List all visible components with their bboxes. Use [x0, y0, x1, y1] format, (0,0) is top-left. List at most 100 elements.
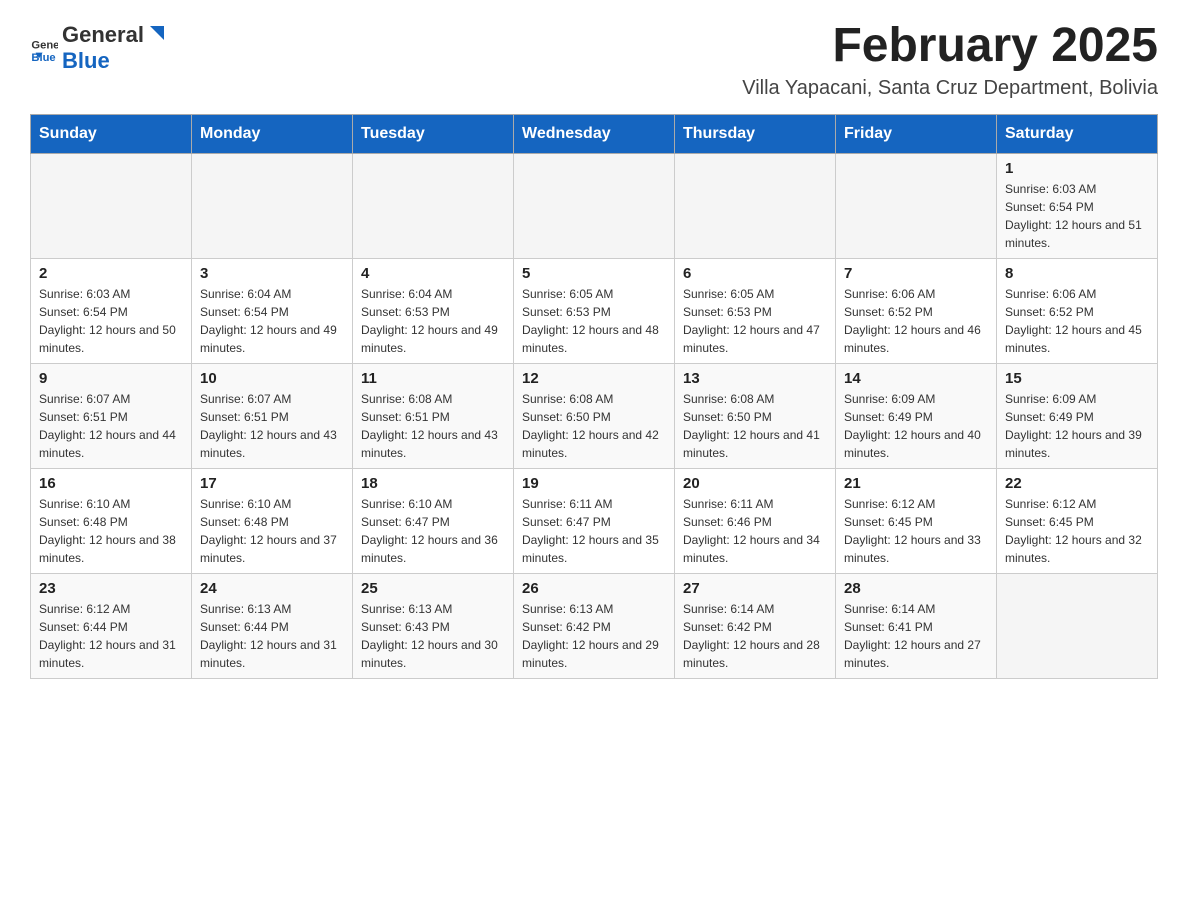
day-number: 18	[361, 475, 505, 492]
table-row: 16 Sunrise: 6:10 AM Sunset: 6:48 PM Dayli…	[31, 468, 192, 573]
calendar-header-row: Sunday Monday Tuesday Wednesday Thursday…	[31, 114, 1158, 153]
day-info: Sunrise: 6:07 AM Sunset: 6:51 PM Dayligh…	[200, 390, 344, 462]
table-row	[192, 153, 353, 258]
table-row: 18 Sunrise: 6:10 AM Sunset: 6:47 PM Dayli…	[353, 468, 514, 573]
table-row: 26Sunrise: 6:13 AM Sunset: 6:42 PM Dayli…	[514, 573, 675, 678]
day-info: Sunrise: 6:05 AM Sunset: 6:53 PM Dayligh…	[522, 285, 666, 357]
day-number: 2	[39, 265, 183, 282]
day-info: Sunrise: 6:06 AM Sunset: 6:52 PM Dayligh…	[1005, 285, 1149, 357]
day-info: Sunrise: 6:14 AM Sunset: 6:42 PM Dayligh…	[683, 600, 827, 672]
day-number: 5	[522, 265, 666, 282]
table-row: 10 Sunrise: 6:07 AM Sunset: 6:51 PM Dayli…	[192, 363, 353, 468]
day-number: 20	[683, 475, 827, 492]
table-row: 28 Sunrise: 6:14 AM Sunset: 6:41 PM Dayli…	[836, 573, 997, 678]
day-info: Sunrise: 6:10 AM Sunset: 6:47 PM Dayligh…	[361, 495, 505, 567]
day-number: 21	[844, 475, 988, 492]
svg-text:General: General	[31, 39, 58, 51]
col-tuesday: Tuesday	[353, 114, 514, 153]
table-row: 3 Sunrise: 6:04 AM Sunset: 6:54 PM Daylig…	[192, 258, 353, 363]
logo: General Blue General Blue	[30, 20, 170, 74]
logo-triangle-icon	[146, 22, 168, 44]
calendar-week-4: 16 Sunrise: 6:10 AM Sunset: 6:48 PM Dayli…	[31, 468, 1158, 573]
day-number: 11	[361, 370, 505, 387]
day-number: 6	[683, 265, 827, 282]
day-number: 25	[361, 580, 505, 597]
calendar-week-1: 1 Sunrise: 6:03 AM Sunset: 6:54 PM Daylig…	[31, 153, 1158, 258]
day-info: Sunrise: 6:09 AM Sunset: 6:49 PM Dayligh…	[1005, 390, 1149, 462]
table-row: 5 Sunrise: 6:05 AM Sunset: 6:53 PM Daylig…	[514, 258, 675, 363]
calendar-table: Sunday Monday Tuesday Wednesday Thursday…	[30, 114, 1158, 679]
logo-text-general: General	[62, 22, 144, 48]
table-row: 17 Sunrise: 6:10 AM Sunset: 6:48 PM Dayli…	[192, 468, 353, 573]
day-number: 24	[200, 580, 344, 597]
col-monday: Monday	[192, 114, 353, 153]
day-number: 16	[39, 475, 183, 492]
calendar-week-5: 23 Sunrise: 6:12 AM Sunset: 6:44 PM Dayli…	[31, 573, 1158, 678]
day-info: Sunrise: 6:07 AM Sunset: 6:51 PM Dayligh…	[39, 390, 183, 462]
table-row	[675, 153, 836, 258]
day-number: 9	[39, 370, 183, 387]
day-info: Sunrise: 6:12 AM Sunset: 6:45 PM Dayligh…	[1005, 495, 1149, 567]
col-friday: Friday	[836, 114, 997, 153]
table-row	[997, 573, 1158, 678]
table-row: 14 Sunrise: 6:09 AM Sunset: 6:49 PM Dayli…	[836, 363, 997, 468]
table-row: 9 Sunrise: 6:07 AM Sunset: 6:51 PM Daylig…	[31, 363, 192, 468]
calendar-week-3: 9 Sunrise: 6:07 AM Sunset: 6:51 PM Daylig…	[31, 363, 1158, 468]
day-info: Sunrise: 6:06 AM Sunset: 6:52 PM Dayligh…	[844, 285, 988, 357]
location-subtitle: Villa Yapacani, Santa Cruz Department, B…	[742, 77, 1158, 100]
day-info: Sunrise: 6:08 AM Sunset: 6:50 PM Dayligh…	[683, 390, 827, 462]
table-row: 6 Sunrise: 6:05 AM Sunset: 6:53 PM Daylig…	[675, 258, 836, 363]
day-info: Sunrise: 6:03 AM Sunset: 6:54 PM Dayligh…	[39, 285, 183, 357]
table-row: 27 Sunrise: 6:14 AM Sunset: 6:42 PM Dayli…	[675, 573, 836, 678]
table-row	[514, 153, 675, 258]
day-number: 1	[1005, 160, 1149, 177]
day-number: 8	[1005, 265, 1149, 282]
day-info: Sunrise: 6:10 AM Sunset: 6:48 PM Dayligh…	[200, 495, 344, 567]
col-wednesday: Wednesday	[514, 114, 675, 153]
month-title: February 2025	[742, 20, 1158, 73]
day-info: Sunrise: 6:08 AM Sunset: 6:51 PM Dayligh…	[361, 390, 505, 462]
day-info: Sunrise: 6:03 AM Sunset: 6:54 PM Dayligh…	[1005, 180, 1149, 252]
table-row: 20 Sunrise: 6:11 AM Sunset: 6:46 PM Dayli…	[675, 468, 836, 573]
table-row	[836, 153, 997, 258]
table-row: 23 Sunrise: 6:12 AM Sunset: 6:44 PM Dayli…	[31, 573, 192, 678]
col-thursday: Thursday	[675, 114, 836, 153]
day-number: 10	[200, 370, 344, 387]
day-number: 7	[844, 265, 988, 282]
day-info: Sunrise: 6:13 AM Sunset: 6:44 PM Dayligh…	[200, 600, 344, 672]
table-row: 1 Sunrise: 6:03 AM Sunset: 6:54 PM Daylig…	[997, 153, 1158, 258]
day-info: Sunrise: 6:04 AM Sunset: 6:54 PM Dayligh…	[200, 285, 344, 357]
table-row: 2 Sunrise: 6:03 AM Sunset: 6:54 PM Daylig…	[31, 258, 192, 363]
table-row: 25Sunrise: 6:13 AM Sunset: 6:43 PM Dayli…	[353, 573, 514, 678]
table-row: 22 Sunrise: 6:12 AM Sunset: 6:45 PM Dayli…	[997, 468, 1158, 573]
day-number: 28	[844, 580, 988, 597]
day-number: 3	[200, 265, 344, 282]
page-header: General Blue General Blue February 2025 …	[30, 20, 1158, 100]
table-row	[31, 153, 192, 258]
day-info: Sunrise: 6:12 AM Sunset: 6:44 PM Dayligh…	[39, 600, 183, 672]
table-row: 13Sunrise: 6:08 AM Sunset: 6:50 PM Dayli…	[675, 363, 836, 468]
col-sunday: Sunday	[31, 114, 192, 153]
title-area: February 2025 Villa Yapacani, Santa Cruz…	[742, 20, 1158, 100]
day-info: Sunrise: 6:14 AM Sunset: 6:41 PM Dayligh…	[844, 600, 988, 672]
day-number: 27	[683, 580, 827, 597]
day-info: Sunrise: 6:11 AM Sunset: 6:46 PM Dayligh…	[683, 495, 827, 567]
table-row: 19Sunrise: 6:11 AM Sunset: 6:47 PM Dayli…	[514, 468, 675, 573]
day-info: Sunrise: 6:08 AM Sunset: 6:50 PM Dayligh…	[522, 390, 666, 462]
day-info: Sunrise: 6:04 AM Sunset: 6:53 PM Dayligh…	[361, 285, 505, 357]
day-number: 15	[1005, 370, 1149, 387]
day-number: 17	[200, 475, 344, 492]
logo-icon: General Blue	[30, 33, 58, 61]
day-number: 26	[522, 580, 666, 597]
table-row: 24 Sunrise: 6:13 AM Sunset: 6:44 PM Dayli…	[192, 573, 353, 678]
day-info: Sunrise: 6:10 AM Sunset: 6:48 PM Dayligh…	[39, 495, 183, 567]
table-row: 7 Sunrise: 6:06 AM Sunset: 6:52 PM Daylig…	[836, 258, 997, 363]
svg-text:Blue: Blue	[31, 52, 55, 61]
day-info: Sunrise: 6:05 AM Sunset: 6:53 PM Dayligh…	[683, 285, 827, 357]
day-number: 23	[39, 580, 183, 597]
col-saturday: Saturday	[997, 114, 1158, 153]
day-number: 14	[844, 370, 988, 387]
day-info: Sunrise: 6:12 AM Sunset: 6:45 PM Dayligh…	[844, 495, 988, 567]
day-number: 22	[1005, 475, 1149, 492]
day-info: Sunrise: 6:09 AM Sunset: 6:49 PM Dayligh…	[844, 390, 988, 462]
